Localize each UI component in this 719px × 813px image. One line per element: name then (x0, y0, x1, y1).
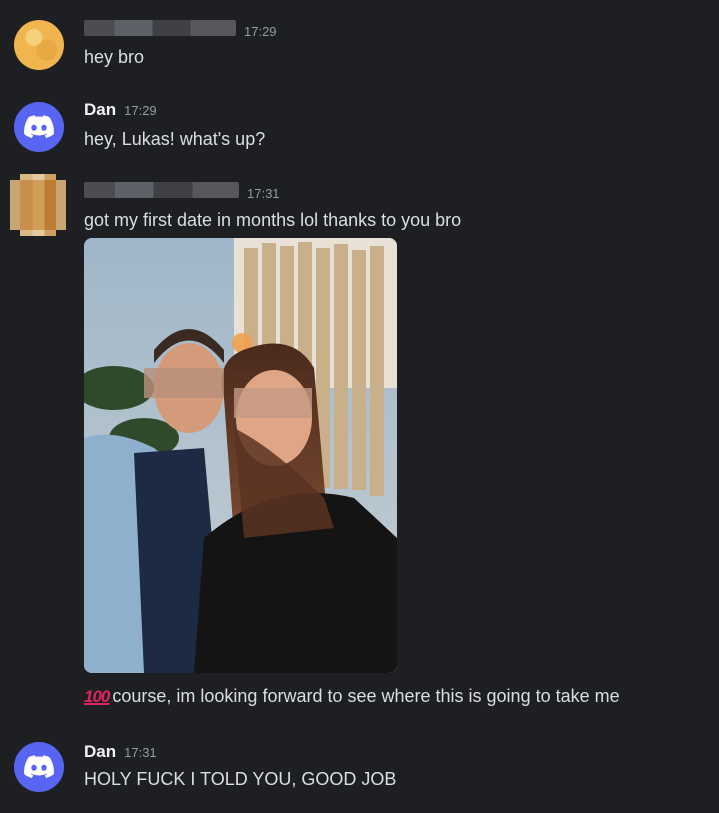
message-timestamp: 17:29 (244, 24, 277, 39)
message-timestamp: 17:29 (124, 103, 157, 118)
discord-avatar[interactable] (14, 102, 64, 152)
user-avatar[interactable] (14, 20, 64, 70)
message-text: hey, Lukas! what's up? (84, 129, 266, 149)
photo-image (84, 238, 397, 673)
username[interactable]: Dan (84, 742, 116, 762)
username[interactable]: Dan (84, 100, 116, 120)
message-group-4: Dan 17:31 HOLY FUCK I TOLD YOU, GOOD JOB (0, 740, 719, 800)
discord-avatar[interactable] (14, 742, 64, 792)
message-group-1: 17:29 hey bro (0, 16, 719, 76)
message-group-2: Dan 17:29 hey, Lukas! what's up? (0, 98, 719, 158)
message-timestamp: 17:31 (247, 186, 280, 201)
username-redacted[interactable] (84, 182, 239, 198)
user-avatar[interactable] (10, 174, 66, 236)
message-text: got my first date in months lol thanks t… (84, 210, 462, 230)
message-text: HOLY FUCK I TOLD YOU, GOOD JOB (84, 769, 397, 789)
message-text: hey bro (84, 47, 145, 67)
discord-logo-icon (24, 755, 54, 778)
hundred-points-emoji: 100 (84, 687, 110, 706)
discord-logo-icon (24, 115, 54, 138)
followup-message: 100 course, im looking forward to see whe… (84, 686, 620, 707)
username-redacted[interactable] (84, 20, 236, 36)
message-timestamp: 17:31 (124, 745, 157, 760)
followup-message-text: course, im looking forward to see where … (112, 686, 620, 706)
image-attachment[interactable] (84, 238, 397, 673)
